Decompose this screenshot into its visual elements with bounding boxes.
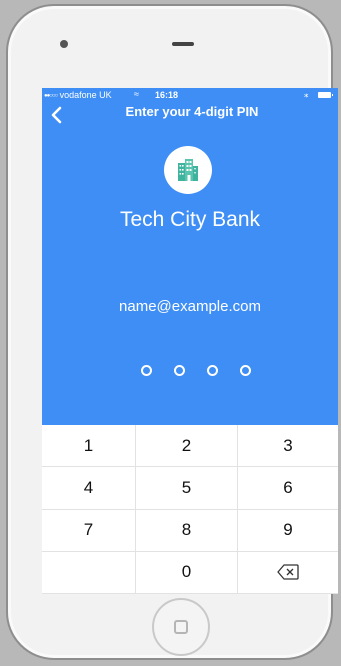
chevron-left-icon bbox=[51, 106, 62, 124]
key-4[interactable]: 4 bbox=[42, 467, 136, 510]
camera bbox=[60, 40, 68, 48]
signal-dots-icon: ●●○○○ bbox=[44, 93, 58, 99]
speaker bbox=[172, 42, 194, 46]
phone-frame: ●●○○○ vodafone UK ≈ 16:18 ⁎ Enter your 4… bbox=[6, 4, 338, 660]
pin-header-panel: ●●○○○ vodafone UK ≈ 16:18 ⁎ Enter your 4… bbox=[42, 88, 338, 425]
key-1[interactable]: 1 bbox=[42, 425, 136, 468]
key-7[interactable]: 7 bbox=[42, 509, 136, 552]
bluetooth-icon: ⁎ bbox=[304, 89, 309, 99]
key-2[interactable]: 2 bbox=[136, 425, 238, 468]
key-5[interactable]: 5 bbox=[136, 467, 238, 510]
key-6[interactable]: 6 bbox=[238, 467, 338, 510]
battery-icon bbox=[318, 92, 333, 98]
key-9[interactable]: 9 bbox=[238, 509, 338, 552]
carrier-label: vodafone UK bbox=[59, 90, 112, 100]
pin-indicator bbox=[141, 365, 251, 377]
bank-logo bbox=[164, 146, 212, 194]
home-button[interactable] bbox=[152, 598, 210, 656]
delete-button[interactable] bbox=[238, 551, 338, 594]
pin-dot bbox=[141, 365, 152, 376]
wifi-icon: ≈ bbox=[134, 89, 139, 99]
key-8[interactable]: 8 bbox=[136, 509, 238, 552]
home-square-icon bbox=[174, 620, 188, 634]
status-time: 16:18 bbox=[155, 90, 179, 100]
back-button[interactable] bbox=[50, 102, 70, 126]
bank-name: Tech City Bank bbox=[119, 208, 261, 231]
key-0[interactable]: 0 bbox=[136, 551, 238, 594]
backspace-icon bbox=[277, 564, 299, 581]
key-3[interactable]: 3 bbox=[238, 425, 338, 468]
status-bar: ●●○○○ vodafone UK ≈ 16:18 ⁎ bbox=[42, 88, 338, 102]
carrier-info: ●●○○○ vodafone UK bbox=[44, 90, 112, 100]
pin-dot bbox=[207, 365, 218, 376]
building-icon bbox=[178, 159, 198, 181]
numeric-keypad: 1 2 3 4 5 6 7 8 9 0 bbox=[42, 425, 338, 594]
account-email: name@example.com bbox=[119, 298, 261, 315]
key-blank bbox=[42, 551, 136, 594]
app-screen: ●●○○○ vodafone UK ≈ 16:18 ⁎ Enter your 4… bbox=[42, 88, 338, 594]
pin-dot bbox=[174, 365, 185, 376]
page-title: Enter your 4-digit PIN bbox=[125, 104, 259, 119]
pin-dot bbox=[240, 365, 251, 376]
